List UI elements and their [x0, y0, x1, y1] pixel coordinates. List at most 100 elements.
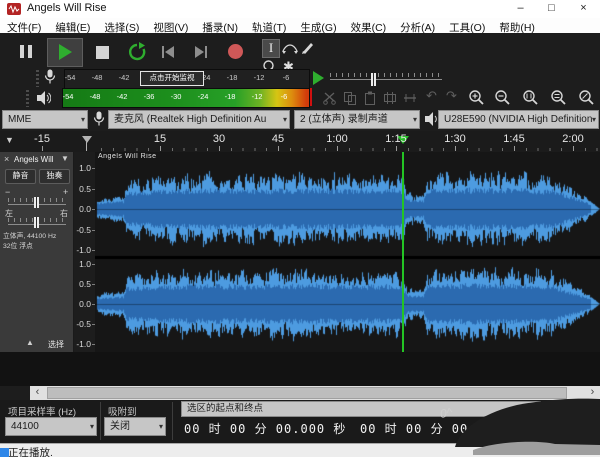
- scale-label: 0.5: [69, 279, 91, 289]
- scrollbar-thumb[interactable]: [47, 387, 567, 399]
- scale-label: -1.0: [69, 339, 91, 349]
- scroll-left-button[interactable]: ‹: [30, 386, 45, 400]
- fit-selection-icon[interactable]: [522, 89, 540, 107]
- project-rate-select[interactable]: 44100 ▾: [5, 417, 97, 436]
- speed-slider-track[interactable]: [330, 79, 442, 80]
- redo-icon[interactable]: ↷: [446, 88, 457, 104]
- playback-meter[interactable]: -54-48-42-36-30-24-18-12-6: [62, 88, 310, 108]
- chevron-down-icon: ▾: [413, 111, 417, 128]
- meter-tick-label: -24: [190, 92, 216, 101]
- record-meter-tooltip: 点击开始监视: [140, 71, 204, 86]
- selection-tool-button[interactable]: I: [262, 39, 280, 58]
- chevron-down-icon: ▾: [534, 402, 538, 416]
- meter-tick-label: -36: [136, 92, 162, 101]
- track-area: × Angels Will ▼ 静音 独奏 − + 左 右 立体声, 44100…: [0, 152, 600, 386]
- ruler-major-tick: [573, 146, 574, 151]
- vertical-scale-ruler[interactable]: 1.00.50.0-0.5-1.01.00.50.0-0.5-1.0: [74, 152, 96, 352]
- play-button[interactable]: [47, 38, 83, 67]
- fit-project-icon[interactable]: [550, 89, 568, 107]
- copy-icon[interactable]: [342, 90, 358, 106]
- horizontal-scrollbar[interactable]: ‹ ›: [0, 386, 600, 400]
- maximize-button[interactable]: □: [536, 0, 567, 18]
- solo-button[interactable]: 独奏: [39, 169, 70, 184]
- selection-end-field[interactable]: 00 时 00 分 00.000 秒: [360, 420, 522, 437]
- play-meter-grip[interactable]: [26, 90, 29, 107]
- record-meter-grip[interactable]: [36, 70, 39, 87]
- recording-channels-value: 2 (立体声) 录制声道: [300, 114, 388, 125]
- selection-start-field[interactable]: 00 时 00 分 00.000 秒: [184, 420, 346, 437]
- track-name[interactable]: Angels Will: [14, 155, 60, 164]
- snap-to-select[interactable]: 关闭 ▾: [104, 417, 166, 436]
- timeline-ruler[interactable]: ▼ -151530451:001:151:301:452:00: [0, 131, 600, 153]
- scrollbar-track[interactable]: ‹ ›: [30, 386, 600, 400]
- close-button[interactable]: ×: [568, 0, 599, 18]
- ruler-major-tick: [219, 146, 220, 151]
- pause-button[interactable]: [28, 45, 32, 58]
- cut-icon[interactable]: [322, 90, 338, 106]
- record-button[interactable]: [228, 44, 243, 59]
- title-bar: Angels Will Rise – □ ×: [0, 0, 600, 18]
- playback-device-value: U28E590 (NVIDIA High Definition: [444, 114, 592, 125]
- meter-tick-label: -48: [84, 73, 110, 82]
- zoom-out-icon[interactable]: [494, 89, 512, 107]
- ruler-time-label: 1:30: [437, 133, 473, 145]
- meter-tick-label: -30: [163, 92, 189, 101]
- timeline-options-button[interactable]: ▼: [5, 135, 14, 145]
- track-select-button[interactable]: 选择: [48, 339, 64, 350]
- pause-button[interactable]: [20, 45, 24, 58]
- chevron-down-icon: ▾: [283, 111, 287, 128]
- audio-host-select[interactable]: MME ▾: [2, 110, 88, 129]
- scale-label: 0.5: [69, 184, 91, 194]
- speed-slider-ticks: [330, 73, 442, 77]
- ruler-major-tick: [396, 146, 397, 151]
- track-format-info: 立体声, 44100 Hz: [3, 230, 56, 240]
- speaker-icon: [36, 90, 51, 106]
- envelope-tool-button[interactable]: [282, 40, 298, 56]
- ruler-time-label: 1:15: [378, 133, 414, 145]
- scale-label: -1.0: [69, 245, 91, 255]
- recording-device-select[interactable]: 麦克风 (Realtek High Definition Au ▾: [108, 110, 290, 129]
- playback-device-select[interactable]: U28E590 (NVIDIA High Definition ▾: [438, 110, 599, 129]
- skip-start-icon: [162, 46, 164, 58]
- ruler-time-label: -15: [24, 133, 60, 145]
- ruler-major-tick: [160, 146, 161, 151]
- undo-icon[interactable]: ↶: [426, 88, 437, 104]
- track-close-button[interactable]: ×: [4, 154, 9, 164]
- chevron-down-icon: ▾: [159, 418, 163, 435]
- stop-button[interactable]: [96, 46, 109, 59]
- selection-range-mode-value: 选区的起点和终点: [187, 403, 263, 414]
- playhead-pin-icon[interactable]: [82, 136, 92, 143]
- silence-audio-icon[interactable]: [402, 90, 418, 106]
- audacity-window: Angels Will Rise – □ × 文件(F)编辑(E)选择(S)视图…: [0, 0, 600, 457]
- track-menu-button[interactable]: ▼: [61, 154, 69, 163]
- toolbar-area: I ✱ -54-48-42-36-30-24-18-12-6 点击开始监视: [0, 33, 600, 131]
- loop-button[interactable]: [127, 42, 147, 62]
- play-at-speed-button[interactable]: [313, 71, 324, 85]
- separator: [172, 402, 173, 440]
- zoom-in-icon[interactable]: [468, 89, 486, 107]
- meter-tick-label: -54: [55, 92, 81, 101]
- pan-slider-thumb[interactable]: [34, 217, 39, 228]
- meter-tick-label: -12: [244, 92, 270, 101]
- speaker-icon: [424, 111, 439, 127]
- selection-toolbar: 项目采样率 (Hz) 44100 ▾ 吸附到 关闭 ▾ 选区的起点和终点 ▾ 0…: [0, 400, 600, 443]
- selection-range-mode-select[interactable]: 选区的起点和终点 ▾: [181, 401, 541, 417]
- audio-host-value: MME: [8, 114, 31, 125]
- microphone-icon: [44, 69, 56, 86]
- recording-channels-select[interactable]: 2 (立体声) 录制声道 ▾: [294, 110, 420, 129]
- skip-end-icon: [195, 46, 204, 58]
- scroll-right-button[interactable]: ›: [585, 386, 600, 400]
- speed-slider-thumb[interactable]: [371, 73, 376, 86]
- mute-button[interactable]: 静音: [5, 169, 36, 184]
- waveform-canvas[interactable]: [95, 152, 600, 352]
- draw-tool-button[interactable]: [300, 39, 316, 55]
- trim-audio-icon[interactable]: [382, 90, 398, 106]
- paste-icon[interactable]: [362, 90, 378, 106]
- status-message: 正在播放.: [8, 445, 53, 457]
- separator: [100, 402, 101, 440]
- ruler-time-label: 45: [260, 133, 296, 145]
- collapse-track-button[interactable]: ▲: [26, 338, 34, 347]
- gain-slider-thumb[interactable]: [34, 197, 39, 208]
- zoom-toggle-icon[interactable]: [578, 89, 596, 107]
- minimize-button[interactable]: –: [505, 0, 536, 18]
